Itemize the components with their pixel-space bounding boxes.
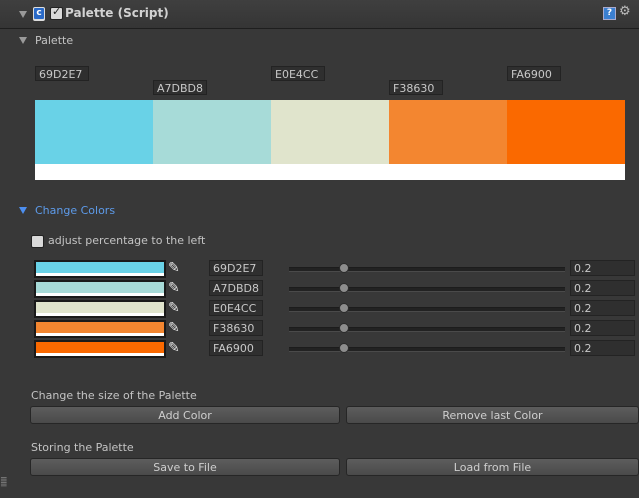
percentage-field[interactable]: 0.2	[570, 320, 635, 336]
help-icon[interactable]: ?	[603, 7, 616, 20]
eyedropper-icon[interactable]: ✎	[168, 300, 180, 316]
swatch-alpha	[36, 293, 164, 296]
swatch-color	[36, 262, 164, 273]
hex-field[interactable]: F38630	[209, 320, 263, 336]
change-colors-foldout[interactable]: Change Colors	[35, 204, 115, 217]
component-title: Palette (Script)	[65, 6, 169, 20]
color-field[interactable]	[34, 300, 166, 318]
palette-hex-label: 69D2E7	[35, 66, 89, 81]
remove-last-color-button[interactable]: Remove last Color	[346, 406, 639, 424]
eyedropper-icon[interactable]: ✎	[168, 260, 180, 276]
swatch-color	[36, 302, 164, 313]
swatch-alpha	[36, 313, 164, 316]
hex-field[interactable]: FA6900	[209, 340, 263, 356]
palette-hex-label: F38630	[389, 80, 443, 95]
palette-segment	[389, 100, 507, 164]
eyedropper-icon[interactable]: ✎	[168, 340, 180, 356]
storing-palette-label: Storing the Palette	[31, 441, 134, 454]
palette-hex-label: E0E4CC	[271, 66, 325, 81]
gear-icon[interactable]: ⚙	[619, 4, 631, 19]
color-field[interactable]	[34, 340, 166, 358]
color-field[interactable]	[34, 320, 166, 338]
swatch-alpha	[36, 353, 164, 356]
hex-field[interactable]: A7DBD8	[209, 280, 263, 296]
swatch-color	[36, 342, 164, 353]
load-from-file-button[interactable]: Load from File	[346, 458, 639, 476]
slider-track[interactable]	[289, 287, 565, 292]
palette-segment	[35, 100, 153, 164]
save-to-file-button[interactable]: Save to File	[30, 458, 340, 476]
change-colors-foldout-arrow-icon[interactable]	[19, 207, 27, 214]
slider-track[interactable]	[289, 307, 565, 312]
adjust-percentage-checkbox[interactable]	[31, 235, 44, 248]
adjust-percentage-label: adjust percentage to the left	[48, 234, 206, 247]
palette-hex-label: FA6900	[507, 66, 561, 81]
enabled-checkbox[interactable]	[50, 5, 63, 20]
percentage-field[interactable]: 0.2	[570, 280, 635, 296]
add-color-button[interactable]: Add Color	[30, 406, 340, 424]
palette-size-label: Change the size of the Palette	[31, 389, 197, 402]
palette-segment	[153, 100, 271, 164]
palette-segment	[271, 100, 389, 164]
percentage-field[interactable]: 0.2	[570, 300, 635, 316]
palette-color-bar	[35, 100, 625, 164]
palette-alpha-strip	[35, 164, 625, 180]
percentage-field[interactable]: 0.2	[570, 340, 635, 356]
swatch-color	[36, 322, 164, 333]
color-field[interactable]	[34, 260, 166, 278]
eyedropper-icon[interactable]: ✎	[168, 320, 180, 336]
script-icon	[33, 7, 45, 21]
palette-segment	[507, 100, 625, 164]
percentage-field[interactable]: 0.2	[570, 260, 635, 276]
slider-track[interactable]	[289, 327, 565, 332]
foldout-arrow-icon[interactable]	[19, 11, 27, 18]
swatch-color	[36, 282, 164, 293]
palette-foldout-arrow-icon[interactable]	[19, 37, 27, 44]
slider-track[interactable]	[289, 347, 565, 352]
eyedropper-icon[interactable]: ✎	[168, 280, 180, 296]
resize-grip-icon[interactable]: ≡ ≡	[0, 476, 10, 498]
palette-hex-label: A7DBD8	[153, 80, 207, 95]
hex-field[interactable]: E0E4CC	[209, 300, 263, 316]
hex-field[interactable]: 69D2E7	[209, 260, 263, 276]
swatch-alpha	[36, 273, 164, 276]
color-field[interactable]	[34, 280, 166, 298]
palette-label: Palette	[35, 34, 74, 47]
slider-track[interactable]	[289, 267, 565, 272]
swatch-alpha	[36, 333, 164, 336]
